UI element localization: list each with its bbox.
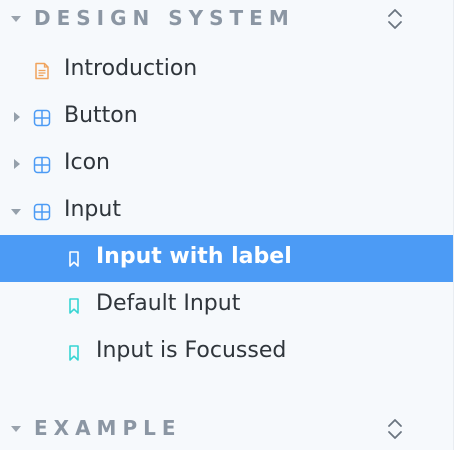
bookmark-icon [69, 298, 79, 314]
tree-item-label: Introduction [64, 56, 198, 81]
tree-item-label: Icon [64, 150, 110, 175]
story-item-label: Input is Focussed [96, 338, 287, 363]
caret-down-icon[interactable] [11, 426, 21, 432]
component-icon [33, 109, 51, 127]
expand-collapse-icon[interactable] [384, 417, 406, 441]
caret-down-icon[interactable] [11, 209, 21, 215]
tree-item-label: Button [64, 103, 138, 128]
story-item-input-is-focussed[interactable]: Input is Focussed [0, 329, 453, 376]
bookmark-icon [69, 251, 79, 267]
caret-right-icon[interactable] [14, 159, 20, 169]
expand-collapse-icon[interactable] [384, 7, 406, 31]
storybook-sidebar: DESIGN SYSTEM Introduction Button Icon I… [0, 0, 454, 450]
section-header-example[interactable]: EXAMPLE [0, 410, 453, 448]
bookmark-icon [69, 345, 79, 361]
story-item-label: Input with label [96, 244, 292, 269]
tree-item-input[interactable]: Input [0, 188, 453, 235]
section-title: EXAMPLE [34, 416, 182, 440]
tree-item-icon[interactable]: Icon [0, 141, 453, 188]
section-title: DESIGN SYSTEM [34, 6, 295, 30]
tree-item-button[interactable]: Button [0, 94, 453, 141]
section-header-design-system[interactable]: DESIGN SYSTEM [0, 0, 453, 38]
document-icon [35, 62, 49, 80]
component-icon [33, 203, 51, 221]
story-item-input-with-label[interactable]: Input with label [0, 235, 453, 282]
story-item-default-input[interactable]: Default Input [0, 282, 453, 329]
story-item-label: Default Input [96, 291, 241, 316]
caret-right-icon[interactable] [14, 112, 20, 122]
caret-down-icon[interactable] [11, 16, 21, 22]
tree-item-label: Input [64, 197, 121, 222]
component-icon [33, 156, 51, 174]
tree-item-introduction[interactable]: Introduction [0, 47, 453, 94]
